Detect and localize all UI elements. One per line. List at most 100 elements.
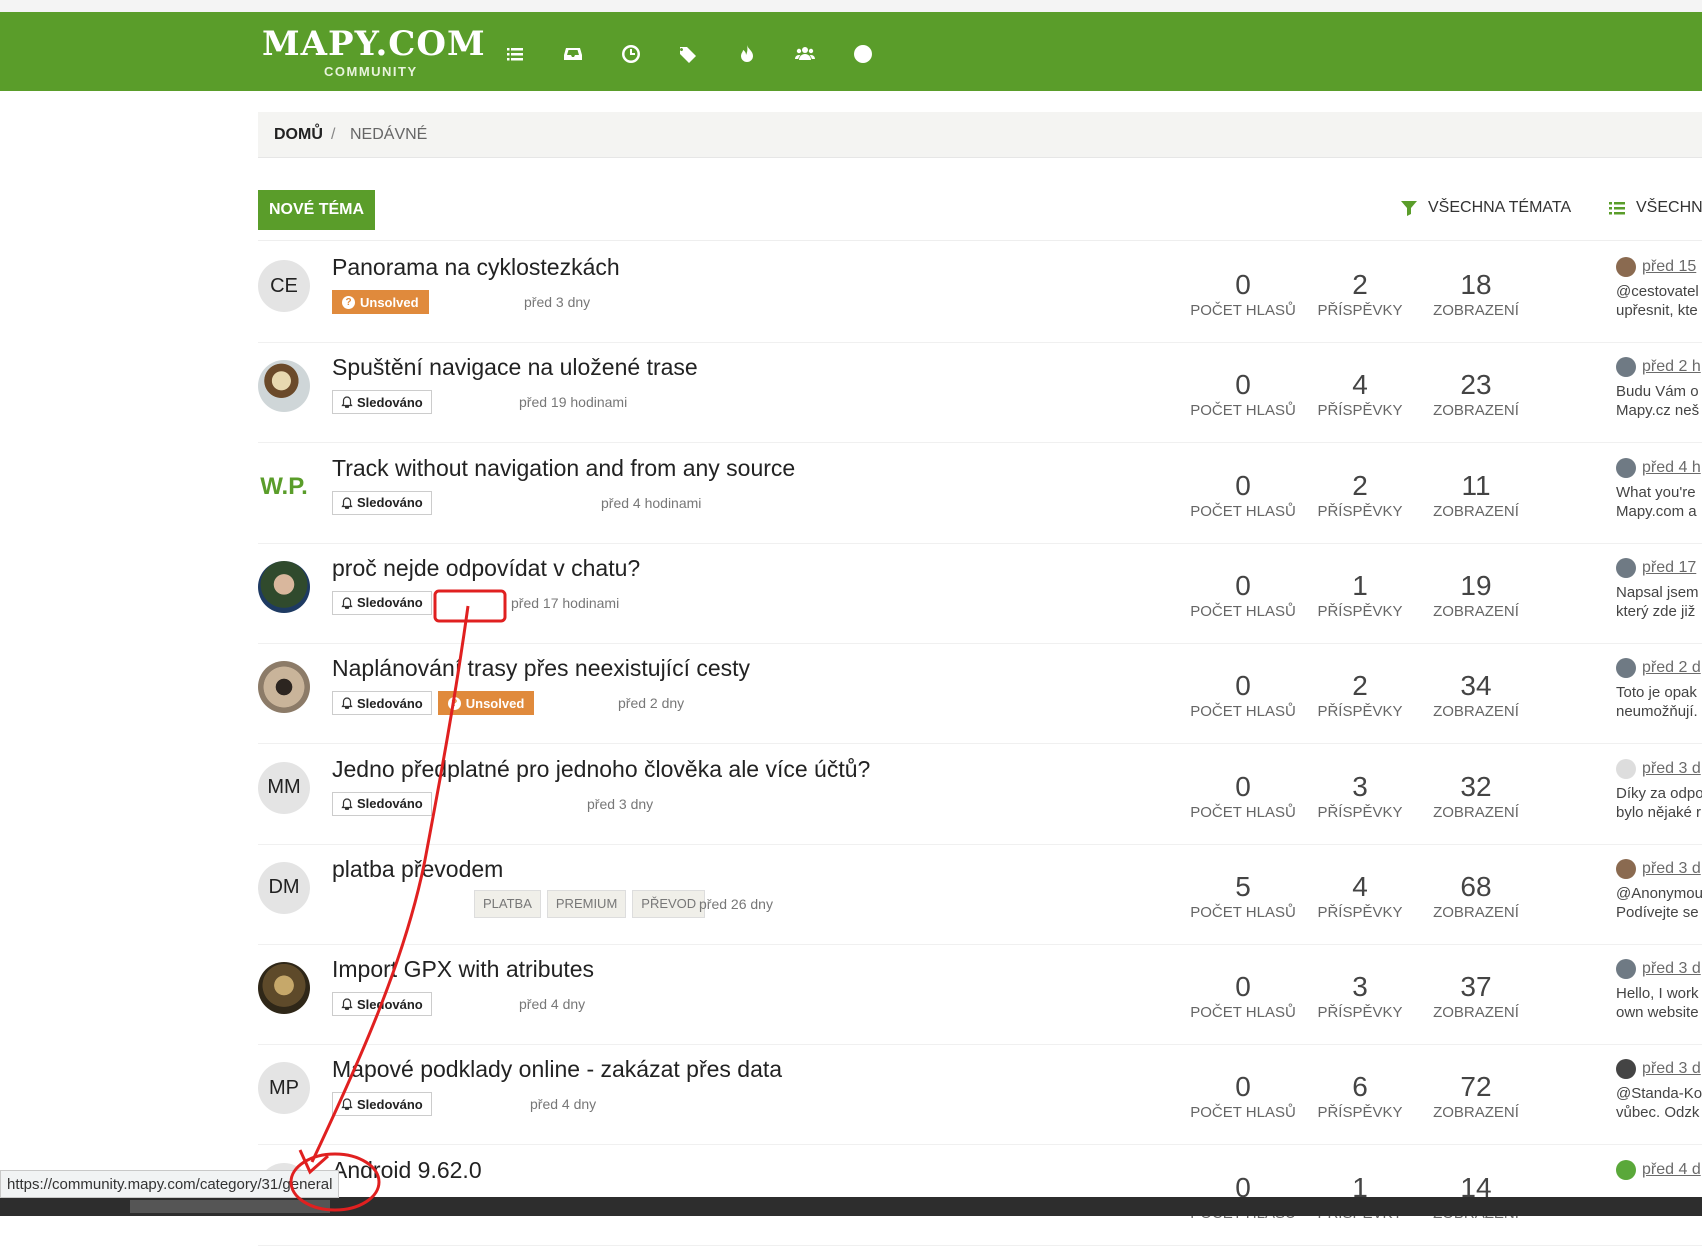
stat-views-value: 11 — [1461, 469, 1491, 501]
last-post-time[interactable]: před 2 d — [1642, 659, 1701, 677]
topic-tag[interactable]: PREMIUM — [546, 889, 627, 918]
watched-badge[interactable]: Sledováno — [332, 490, 432, 515]
stat-votes-label: POČET HLASŮ — [1190, 1004, 1296, 1022]
avatar[interactable]: CE — [258, 260, 310, 312]
stat-views: 37 ZOBRAZENÍ — [1416, 972, 1536, 1022]
last-post-time[interactable]: před 4 h — [1642, 459, 1701, 477]
topic-row[interactable]: Naplánování trasy přes neexistující cest… — [0, 645, 1702, 745]
mapy-community-logo[interactable]: MAPY.COM COMMUNITY — [262, 26, 485, 82]
avatar[interactable]: W.P. — [258, 461, 310, 513]
breadcrumb-home[interactable]: DOMŮ — [274, 126, 323, 144]
topic-row[interactable]: proč nejde odpovídat v chatu? Sledováno př… — [0, 545, 1702, 645]
topic-row[interactable]: MM Jedno předplatné pro jednoho člověka a… — [0, 746, 1702, 846]
row-divider — [258, 843, 1702, 845]
unsolved-badge[interactable]: ? Unsolved — [437, 691, 535, 716]
avatar[interactable] — [258, 360, 310, 413]
stat-views-label: ZOBRAZENÍ — [1433, 302, 1519, 319]
topic-tag[interactable]: PLATBA — [474, 889, 541, 918]
last-post-time[interactable]: před 15 — [1642, 258, 1696, 276]
watched-badge[interactable]: Sledováno — [332, 992, 432, 1017]
last-post-teaser[interactable]: před 17 Napsal jsem který zde již — [1616, 557, 1702, 621]
topic-title[interactable]: Jedno předplatné pro jednoho člověka ale… — [332, 756, 870, 783]
avatar[interactable]: DM — [258, 861, 310, 914]
last-post-teaser[interactable]: před 3 d Díky za odpo bylo nějaké r — [1616, 758, 1702, 822]
last-post-teaser[interactable]: před 3 d @Anonymou Podívejte se — [1616, 858, 1702, 922]
scrollbar-thumb[interactable] — [130, 1200, 330, 1213]
last-poster-avatar[interactable] — [1616, 658, 1636, 679]
list-icon[interactable] — [501, 40, 529, 68]
stat-views-value: 72 — [1460, 1071, 1492, 1103]
fire-icon[interactable] — [733, 40, 761, 68]
topic-title[interactable]: Import GPX with atributes — [332, 956, 594, 983]
watched-badge[interactable]: Sledováno — [332, 590, 432, 615]
last-post-teaser[interactable]: před 2 d Toto je opak neumožňují. — [1616, 657, 1702, 721]
topic-row[interactable]: MP Mapové podklady online - zakázat přes … — [0, 1046, 1702, 1146]
avatar[interactable]: MP — [258, 1062, 310, 1115]
topic-title[interactable]: Panorama na cyklostezkách — [332, 254, 620, 281]
last-post-time[interactable]: před 2 h — [1642, 358, 1701, 376]
stat-posts-value: 6 — [1352, 1071, 1368, 1103]
last-post-time[interactable]: před 3 d — [1642, 960, 1701, 978]
watched-badge[interactable]: Sledováno — [332, 691, 432, 716]
last-poster-avatar[interactable] — [1616, 357, 1636, 378]
topic-title[interactable]: proč nejde odpovídat v chatu? — [332, 555, 640, 582]
topic-row[interactable]: Import GPX with atributes Sledováno před 4… — [0, 946, 1702, 1046]
inbox-icon[interactable] — [559, 40, 587, 68]
topic-title[interactable]: Mapové podklady online - zakázat přes da… — [332, 1056, 782, 1083]
last-post-teaser[interactable]: před 15 @cestovatel upřesnit, kte — [1616, 256, 1702, 320]
avatar[interactable] — [258, 661, 310, 714]
avatar[interactable] — [258, 962, 310, 1015]
last-post-teaser[interactable]: před 3 d Hello, I work own website — [1616, 958, 1702, 1022]
last-poster-avatar[interactable] — [1616, 1159, 1636, 1180]
new-topic-button[interactable]: NOVÉ TÉMA — [258, 190, 375, 230]
last-poster-avatar[interactable] — [1616, 959, 1636, 980]
topic-row[interactable]: DM platba převodem PLATBA PREMIUM PŘEVOD před… — [0, 846, 1702, 946]
horizontal-scrollbar[interactable] — [0, 1197, 1702, 1216]
avatar[interactable] — [258, 560, 310, 613]
watched-badge[interactable]: Sledováno — [332, 1092, 432, 1117]
last-post-teaser[interactable]: před 4 d — [1616, 1159, 1702, 1185]
watched-badge[interactable]: Sledováno — [332, 390, 432, 415]
last-poster-avatar[interactable] — [1616, 457, 1636, 478]
stat-votes: 0POČET HLASŮ — [1183, 671, 1303, 721]
watched-badge[interactable]: Sledováno — [332, 791, 432, 816]
stat-posts: 2 PŘÍSPĚVKY — [1300, 470, 1420, 520]
topic-title[interactable]: Android 9.62.0 — [332, 1157, 482, 1184]
last-poster-avatar[interactable] — [1616, 858, 1636, 879]
tags-icon[interactable] — [675, 40, 703, 68]
last-post-time[interactable]: před 17 — [1642, 559, 1696, 577]
topic-title[interactable]: Track without navigation and from any so… — [332, 455, 795, 482]
topic-tag[interactable]: PŘEVOD — [632, 889, 706, 918]
last-post-time[interactable]: před 3 d — [1642, 760, 1701, 778]
last-post-time[interactable]: před 3 d — [1642, 1060, 1701, 1078]
filter-all-topics[interactable]: VŠECHNA TÉMATA — [1400, 199, 1571, 217]
avatar[interactable]: MM — [258, 761, 310, 814]
filter-categories[interactable]: VŠECHN — [1608, 199, 1702, 217]
last-post-line-1: Hello, I work — [1616, 985, 1699, 1003]
last-poster-avatar[interactable] — [1616, 1059, 1636, 1080]
last-poster-avatar[interactable] — [1616, 557, 1636, 578]
globe-icon[interactable] — [849, 40, 877, 68]
unsolved-badge[interactable]: ? Unsolved — [332, 290, 429, 314]
topic-row[interactable]: W.P. Track without navigation and from an… — [0, 445, 1702, 545]
topic-row[interactable]: CE Panorama na cyklostezkách ? Unsolved před… — [0, 244, 1702, 344]
topic-title[interactable]: platba převodem — [332, 856, 503, 883]
topic-title[interactable]: Naplánování trasy přes neexistující cest… — [332, 655, 750, 682]
stat-posts: 2 PŘÍSPĚVKY — [1300, 671, 1420, 721]
last-post-teaser[interactable]: před 4 h What you're Mapy.com a — [1616, 457, 1702, 521]
last-post-time[interactable]: před 4 d — [1642, 1161, 1701, 1179]
filter-all-label: VŠECHNA TÉMATA — [1428, 199, 1572, 216]
last-poster-avatar[interactable] — [1616, 758, 1636, 779]
users-icon[interactable] — [791, 40, 819, 68]
clock-icon[interactable] — [617, 40, 645, 68]
last-post-teaser[interactable]: před 3 d @Standa-Ko vůbec. Odzk — [1616, 1058, 1702, 1122]
stat-votes: 0POČET HLASŮ — [1183, 972, 1303, 1022]
last-poster-avatar[interactable] — [1616, 257, 1636, 277]
stat-views-label: ZOBRAZENÍ — [1433, 903, 1519, 921]
bell-icon — [341, 597, 353, 609]
last-post-teaser[interactable]: před 2 h Budu Vám o Mapy.cz neš — [1616, 356, 1702, 420]
row-divider — [258, 542, 1702, 544]
topic-row[interactable]: Spuštění navigace na uložené trase Sledov… — [0, 344, 1702, 444]
last-post-time[interactable]: před 3 d — [1642, 860, 1701, 878]
topic-title[interactable]: Spuštění navigace na uložené trase — [332, 354, 698, 381]
